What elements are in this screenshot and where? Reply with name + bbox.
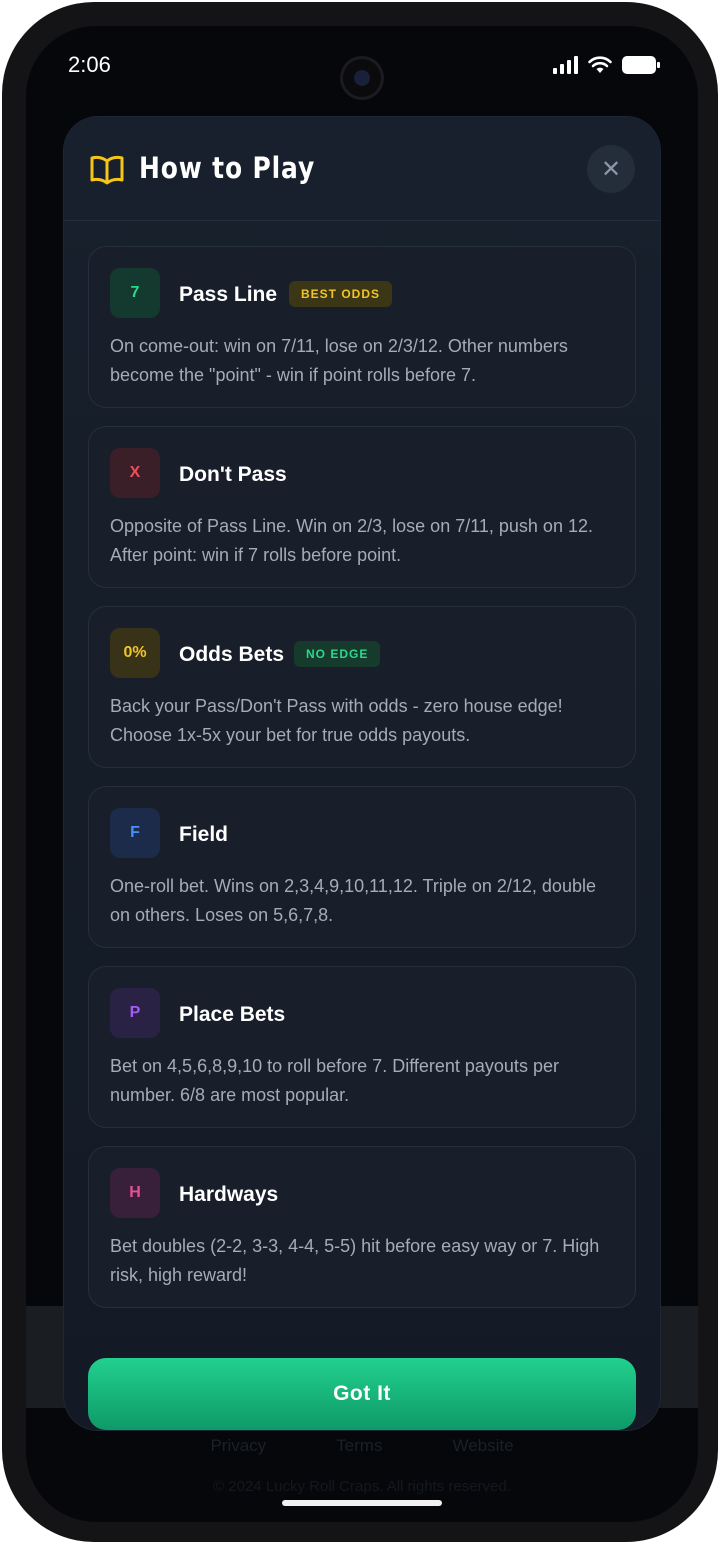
odds-bets-icon: 0%	[110, 628, 160, 678]
footer-link-website[interactable]: Website	[452, 1436, 513, 1456]
rule-description: Opposite of Pass Line. Win on 2/3, lose …	[110, 516, 593, 565]
close-icon: ✕	[600, 155, 622, 183]
cellular-signal-icon	[553, 56, 578, 74]
wifi-icon	[588, 56, 612, 73]
rule-description: On come-out: win on 7/11, lose on 2/3/12…	[110, 336, 568, 385]
no-edge-badge: NO EDGE	[294, 641, 381, 667]
field-icon: F	[110, 808, 160, 858]
rule-card-hardways: H Hardways Bet doubles (2-2, 3-3, 4-4, 5…	[88, 1146, 636, 1308]
rule-title: Don't Pass	[179, 463, 287, 486]
rule-description: One-roll bet. Wins on 2,3,4,9,10,11,12. …	[110, 876, 596, 925]
rule-card-place-bets: P Place Bets Bet on 4,5,6,8,9,10 to roll…	[88, 966, 636, 1128]
home-indicator[interactable]	[282, 1500, 442, 1506]
rule-description: Bet on 4,5,6,8,9,10 to roll before 7. Di…	[110, 1056, 559, 1105]
rule-title: Field	[179, 823, 229, 846]
rule-description: Back your Pass/Don't Pass with odds - ze…	[110, 696, 563, 745]
background-footer: Privacy Terms Website © 2024 Lucky Roll …	[26, 1436, 698, 1495]
rule-card-field: F Field One-roll bet. Wins on 2,3,4,9,10…	[88, 786, 636, 948]
rule-description: Bet doubles (2-2, 3-3, 4-4, 5-5) hit bef…	[110, 1236, 600, 1285]
rule-title: Pass Line	[179, 283, 278, 306]
status-icons	[553, 56, 660, 74]
footer-copyright: © 2024 Lucky Roll Craps. All rights rese…	[213, 1478, 511, 1495]
modal-title: How to Play	[139, 151, 316, 185]
footer-link-privacy[interactable]: Privacy	[210, 1436, 266, 1456]
phone-frame: 2:06 Privacy Terms Website © 2024 Lucky …	[2, 2, 718, 1542]
how-to-play-modal: How to Play ✕ 7 Pass Line BEST ODDS On c…	[64, 117, 660, 1430]
rule-title: Place Bets	[179, 1003, 286, 1026]
place-bets-icon: P	[110, 988, 160, 1038]
pass-line-icon: 7	[110, 268, 160, 318]
modal-header: How to Play ✕	[64, 117, 660, 221]
dont-pass-icon: X	[110, 448, 160, 498]
hardways-icon: H	[110, 1168, 160, 1218]
rule-title: Odds Bets	[179, 643, 285, 666]
rule-card-pass-line: 7 Pass Line BEST ODDS On come-out: win o…	[88, 246, 636, 408]
rule-title: Hardways	[179, 1183, 279, 1206]
screen: 2:06 Privacy Terms Website © 2024 Lucky …	[26, 26, 698, 1522]
book-icon	[90, 155, 124, 185]
got-it-button[interactable]: Got It	[88, 1358, 636, 1430]
rules-list: 7 Pass Line BEST ODDS On come-out: win o…	[88, 246, 636, 1326]
rule-card-odds-bets: 0% Odds Bets NO EDGE Back your Pass/Don'…	[88, 606, 636, 768]
front-camera	[340, 56, 384, 100]
status-time: 2:06	[68, 52, 111, 77]
footer-link-terms[interactable]: Terms	[336, 1436, 382, 1456]
battery-icon	[622, 56, 660, 74]
rule-card-dont-pass: X Don't Pass Opposite of Pass Line. Win …	[88, 426, 636, 588]
best-odds-badge: BEST ODDS	[289, 281, 393, 307]
close-button[interactable]: ✕	[587, 145, 635, 193]
